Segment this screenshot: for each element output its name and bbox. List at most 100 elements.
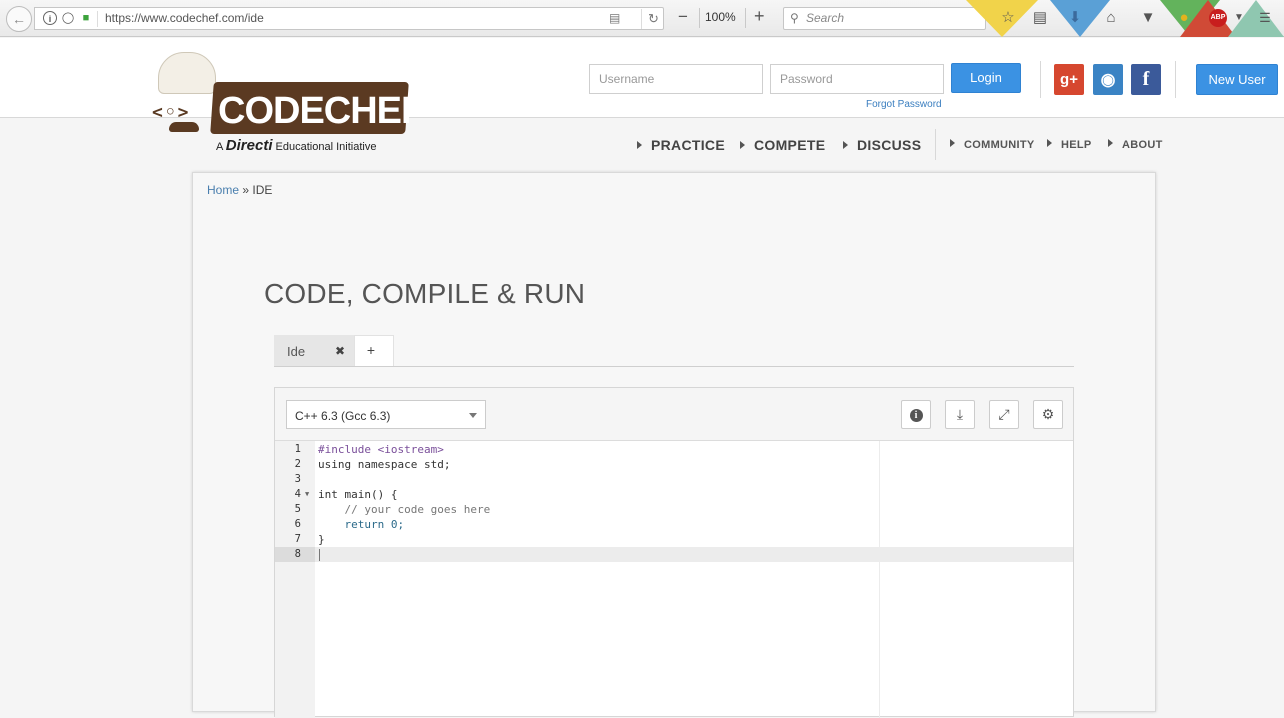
code-text: // your code goes here (318, 503, 491, 516)
line-number: 8 (294, 548, 301, 560)
codechef-logo[interactable]: <◦> CODECHEF A Directi Educational Initi… (150, 52, 424, 154)
browser-toolbar: ← i ◯ ■ https://www.codechef.com/ide ▤ ↻… (0, 0, 1284, 37)
gear-icon: ⚙ (1041, 406, 1055, 422)
login-button[interactable]: Login (951, 63, 1021, 93)
nav-item-practice[interactable]: PRACTICE (637, 137, 725, 153)
nav-label: HELP (1061, 139, 1092, 151)
tagline-suffix: Educational Initiative (275, 141, 377, 153)
line-number: 3 (294, 473, 301, 485)
search-icon: ⚲ (790, 11, 799, 25)
code-line[interactable]: 3 (275, 472, 1073, 487)
code-line[interactable]: 7 } (275, 532, 1073, 547)
line-number: 2 (294, 458, 301, 470)
fullscreen-icon: ⤢ (998, 406, 1010, 422)
lightbulb-icon[interactable]: ● (1173, 7, 1195, 29)
forgot-password-link[interactable]: Forgot Password (866, 99, 942, 110)
logo-tagline: A Directi Educational Initiative (216, 137, 376, 154)
code-editor: C++ 6.3 (Gcc 6.3) i ⤓ ⤢ ⚙ 1 #include <io… (274, 387, 1074, 718)
header-divider (1040, 61, 1041, 98)
language-select[interactable]: C++ 6.3 (Gcc 6.3) (286, 400, 486, 429)
menu-icon[interactable]: ☰ (1254, 7, 1276, 29)
nav-label: ABOUT (1122, 139, 1163, 151)
nav-item-compete[interactable]: COMPETE (740, 137, 825, 153)
nav-arrow-icon (740, 141, 745, 149)
tagline-prefix: A (216, 141, 223, 153)
bookmarks-list-icon[interactable]: ▤ (1029, 7, 1051, 29)
chef-face-icon: <◦> (152, 94, 214, 138)
line-number: 1 (294, 443, 301, 455)
nav-item-about[interactable]: ABOUT (1108, 139, 1163, 151)
fold-arrow-icon[interactable]: ▼ (305, 487, 309, 502)
nav-label: COMMUNITY (964, 139, 1035, 151)
nav-arrow-icon (950, 139, 955, 147)
code-line[interactable]: 4 ▼ int main() { (275, 487, 1073, 502)
url-separator (97, 11, 98, 27)
mustache-icon (169, 122, 199, 132)
editor-toolbar: C++ 6.3 (Gcc 6.3) i ⤓ ⤢ ⚙ (275, 388, 1073, 441)
nav-item-discuss[interactable]: DISCUSS (843, 137, 921, 153)
close-icon[interactable]: ✖ (335, 344, 345, 358)
zoom-separator (745, 8, 746, 28)
fullscreen-button[interactable]: ⤢ (989, 400, 1019, 429)
nav-item-help[interactable]: HELP (1047, 139, 1092, 151)
nav-item-community[interactable]: COMMUNITY (950, 139, 1035, 151)
downloads-icon[interactable]: ⬇ (1064, 7, 1086, 29)
zoom-in-button[interactable]: + (754, 7, 765, 25)
chevron-down-icon[interactable]: ▼ (1228, 7, 1250, 29)
nav-label: DISCUSS (857, 137, 922, 153)
password-input[interactable] (770, 64, 944, 94)
language-value: C++ 6.3 (Gcc 6.3) (295, 409, 391, 423)
new-user-button[interactable]: New User (1196, 64, 1278, 95)
line-number: 6 (294, 518, 301, 530)
username-input[interactable] (589, 64, 763, 94)
back-arrow-icon[interactable]: ← (6, 6, 32, 32)
bookmark-star-icon[interactable]: ☆ (997, 7, 1019, 29)
code-line[interactable]: 1 #include <iostream> (275, 442, 1073, 457)
nav-arrow-icon (1108, 139, 1113, 147)
url-text[interactable]: https://www.codechef.com/ide (105, 11, 264, 25)
site-info-icon[interactable]: i (43, 11, 57, 25)
download-icon: ⤓ (956, 406, 964, 422)
adblock-icon[interactable]: ABP (1209, 9, 1227, 27)
download-button[interactable]: ⤓ (945, 400, 975, 429)
line-number: 4 (294, 488, 301, 500)
code-text: using namespace std; (318, 458, 451, 471)
nav-arrow-icon (637, 141, 642, 149)
header-divider (1175, 61, 1176, 98)
info-button[interactable]: i (901, 400, 931, 429)
page-title: CODE, COMPILE & RUN (264, 278, 586, 309)
tab-underline (274, 366, 1074, 367)
code-line[interactable]: 5 // your code goes here (275, 502, 1073, 517)
add-tab-button[interactable]: + (354, 335, 394, 367)
url-bar[interactable]: i ◯ ■ https://www.codechef.com/ide ▤ ↻ (34, 7, 664, 30)
code-text: } (318, 533, 325, 546)
breadcrumb: Home » IDE (207, 183, 272, 197)
zoom-out-button[interactable]: − (678, 8, 688, 26)
code-text: int main() { (318, 488, 398, 501)
google-plus-icon[interactable]: g+ (1054, 64, 1084, 95)
breadcrumb-separator: » (242, 183, 250, 197)
code-line[interactable]: 2 using namespace std; (275, 457, 1073, 472)
code-text: #include <iostream> (318, 443, 444, 456)
breadcrumb-home-link[interactable]: Home (207, 183, 239, 197)
breadcrumb-current: IDE (252, 183, 273, 197)
settings-button[interactable]: ⚙ (1033, 400, 1063, 429)
facebook-icon[interactable]: f (1131, 64, 1161, 95)
code-line[interactable]: 8 (275, 547, 1073, 562)
tracking-shield-icon[interactable]: ◯ (61, 11, 75, 25)
github-icon[interactable]: ◉ (1093, 64, 1123, 95)
search-bar[interactable]: ⚲ Search (783, 7, 986, 30)
nav-arrow-icon (1047, 139, 1052, 147)
pocket-icon[interactable]: ▼ (1137, 7, 1159, 29)
code-line[interactable]: 6 return 0; (275, 517, 1073, 532)
line-number: 7 (294, 533, 301, 545)
logo-brackets: <◦> (152, 102, 191, 123)
chef-hat-icon (158, 52, 216, 94)
zoom-level[interactable]: 100% (705, 10, 736, 24)
search-input[interactable]: Search (806, 11, 844, 25)
tagline-brand: Directi (225, 137, 273, 154)
lock-icon[interactable]: ■ (79, 11, 93, 25)
reader-view-icon[interactable]: ▤ (609, 11, 620, 25)
reload-icon[interactable]: ↻ (641, 9, 665, 29)
home-icon[interactable]: ⌂ (1100, 7, 1122, 29)
